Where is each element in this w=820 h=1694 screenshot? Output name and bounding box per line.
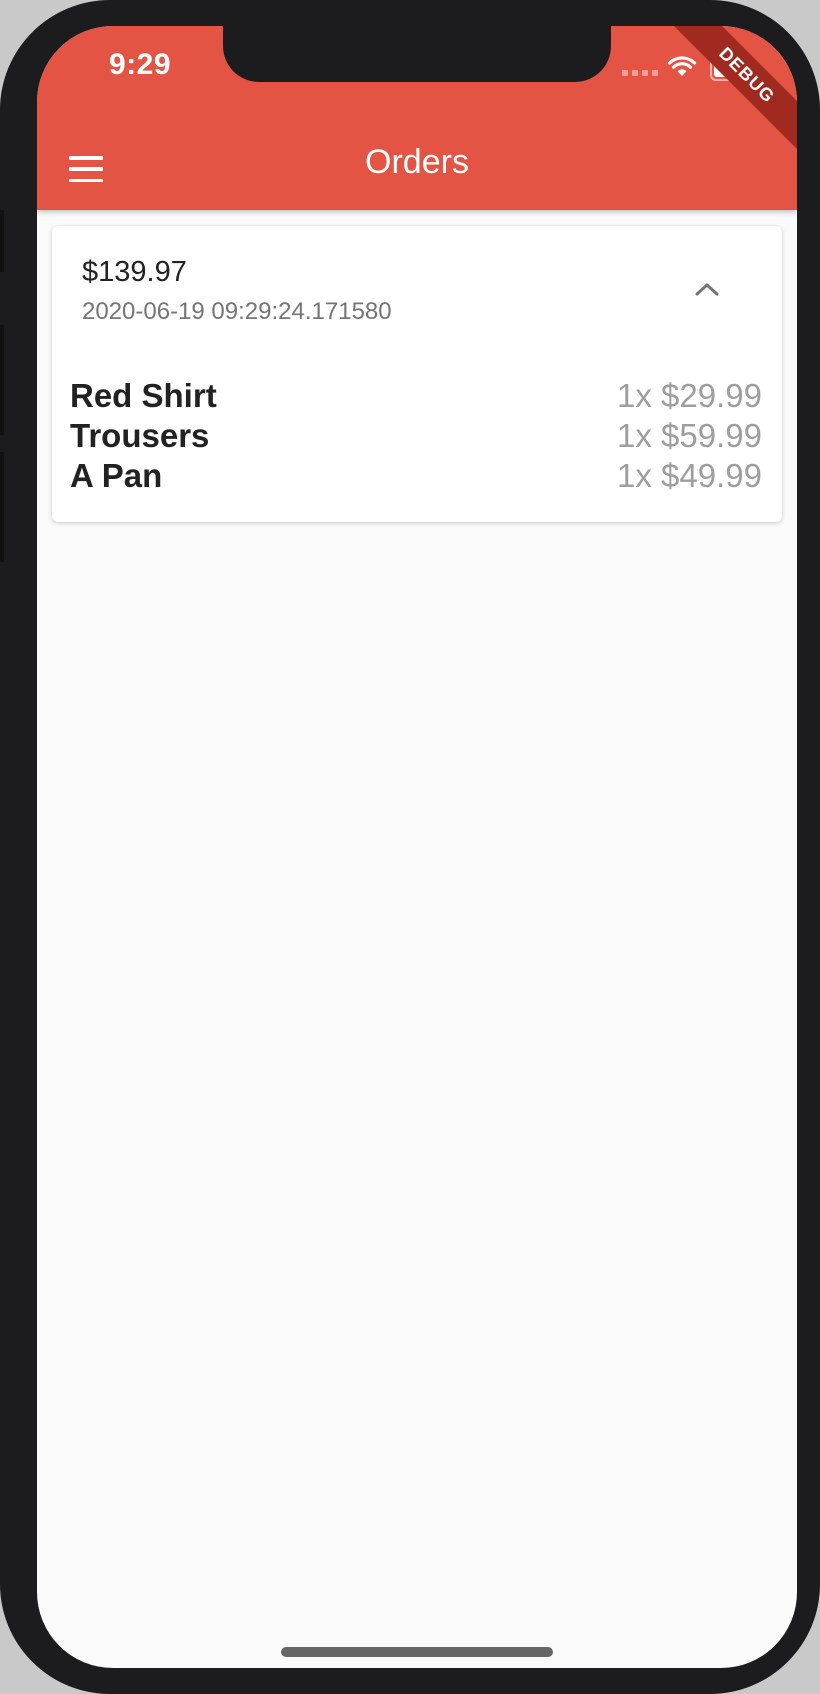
home-indicator[interactable]	[281, 1647, 553, 1657]
order-items-list: Red Shirt 1x $29.99 Trousers 1x $59.99 A…	[70, 376, 762, 496]
item-qty-price: 1x $29.99	[617, 377, 762, 414]
list-item: Trousers 1x $59.99	[70, 416, 762, 456]
item-name: Trousers	[70, 417, 210, 454]
item-name: A Pan	[70, 457, 163, 494]
item-name: Red Shirt	[70, 377, 217, 414]
wifi-icon	[667, 54, 697, 83]
item-qty-price: 1x $59.99	[617, 417, 762, 454]
item-qty-price: 1x $49.99	[617, 457, 762, 494]
status-time: 9:29	[109, 48, 172, 81]
order-total: $139.97	[82, 256, 187, 288]
order-date: 2020-06-19 09:29:24.171580	[82, 298, 392, 325]
phone-frame: 9:29 Orders DEBUG $139.97 2020-06-19 09:…	[0, 0, 820, 1694]
order-card: $139.97 2020-06-19 09:29:24.171580 Red S…	[52, 226, 782, 522]
page-title: Orders	[365, 143, 469, 181]
camera-notch	[223, 26, 611, 82]
mute-switch	[0, 210, 4, 272]
screen: 9:29 Orders DEBUG $139.97 2020-06-19 09:…	[37, 26, 797, 1668]
volume-down-button	[0, 452, 4, 562]
list-item: A Pan 1x $49.99	[70, 456, 762, 496]
collapse-button[interactable]	[677, 266, 737, 312]
list-item: Red Shirt 1x $29.99	[70, 376, 762, 416]
chevron-up-icon	[695, 283, 719, 296]
volume-up-button	[0, 325, 4, 435]
cellular-signal-icon	[622, 70, 658, 76]
